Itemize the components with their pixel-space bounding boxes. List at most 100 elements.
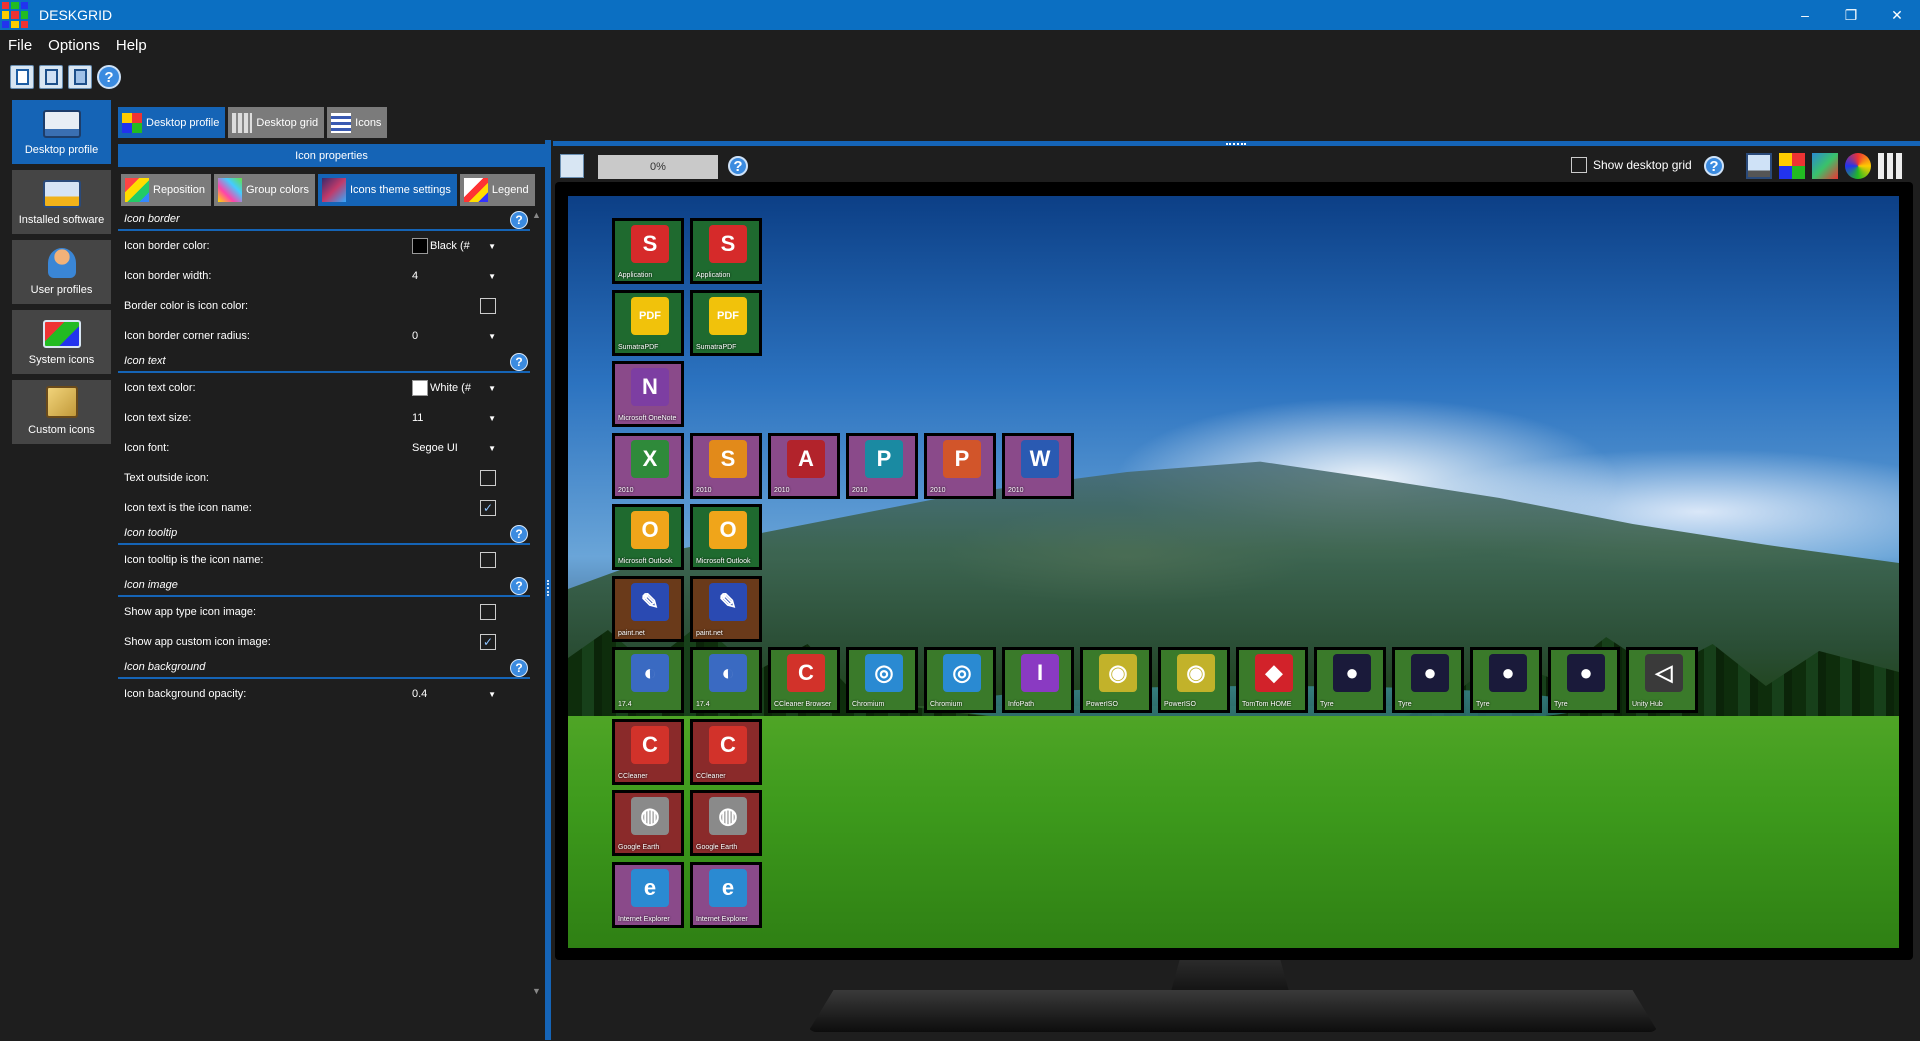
desktop-app-icon[interactable]: P 2010 xyxy=(924,432,996,499)
font-dropdown[interactable]: Segoe UI ▼ xyxy=(412,442,496,454)
chevron-down-icon: ▼ xyxy=(488,383,496,393)
text-color-dropdown[interactable]: White (# ▼ xyxy=(412,380,496,396)
corner-radius-dropdown[interactable]: 0 ▼ xyxy=(412,330,496,342)
grid-icon[interactable] xyxy=(1878,153,1904,179)
desktop-app-icon[interactable]: X 2010 xyxy=(612,432,684,499)
desktop-app-icon[interactable]: P 2010 xyxy=(846,432,918,499)
save-button[interactable] xyxy=(39,65,63,89)
app-logo-icon xyxy=(0,0,30,30)
preview-help-button[interactable]: ? xyxy=(728,156,748,176)
border-is-icon-color-checkbox[interactable] xyxy=(480,298,496,314)
app-type-image-checkbox[interactable] xyxy=(480,604,496,620)
nav-system-icons[interactable]: System icons xyxy=(12,310,111,374)
scroll-up-arrow-icon[interactable]: ▲ xyxy=(532,210,541,220)
tab-icons-theme-settings[interactable]: Icons theme settings xyxy=(317,174,457,206)
tooltip-is-name-checkbox[interactable] xyxy=(480,552,496,568)
desktop-app-icon[interactable]: PDF SumatraPDF xyxy=(612,289,684,356)
text-is-name-checkbox[interactable]: ✓ xyxy=(480,500,496,516)
show-desktop-grid-toggle[interactable]: Show desktop grid xyxy=(1571,157,1692,173)
border-width-dropdown[interactable]: 4 ▼ xyxy=(412,270,496,282)
desktop-app-icon[interactable]: C CCleaner xyxy=(690,718,762,785)
desktop-app-icon[interactable]: S Application xyxy=(690,218,762,284)
color-grid-icon[interactable] xyxy=(1779,153,1805,179)
desktop-app-icon[interactable]: C CCleaner xyxy=(612,718,684,785)
desktop-app-icon[interactable]: e Internet Explorer xyxy=(690,861,762,928)
desktop-app-icon[interactable]: N Microsoft OneNote xyxy=(612,361,684,427)
desktop-app-icon[interactable]: ◍ Google Earth xyxy=(612,790,684,856)
desktop-icon-label: Internet Explorer xyxy=(618,915,670,923)
desktop-app-icon[interactable]: ◐ 17.4 xyxy=(690,647,762,713)
help-icon[interactable]: ? xyxy=(510,353,528,371)
desktop-app-icon[interactable]: ◁ Unity Hub xyxy=(1626,647,1698,713)
text-size-dropdown[interactable]: 11 ▼ xyxy=(412,412,496,424)
nav-desktop-profile[interactable]: Desktop profile xyxy=(12,100,111,164)
help-icon[interactable]: ? xyxy=(510,577,528,595)
shuffle-icon[interactable] xyxy=(1812,153,1838,179)
text-outside-checkbox[interactable] xyxy=(480,470,496,486)
desktop-app-icon[interactable]: e Internet Explorer xyxy=(612,861,684,928)
save-as-button[interactable] xyxy=(68,65,92,89)
tab-desktop-grid[interactable]: Desktop grid xyxy=(228,107,325,138)
bg-opacity-dropdown[interactable]: 0.4 ▼ xyxy=(412,688,496,700)
desktop-app-icon[interactable]: S Application xyxy=(612,218,684,284)
desktop-app-icon[interactable]: C CCleaner Browser xyxy=(768,647,840,713)
show-desktop-grid-checkbox[interactable] xyxy=(1571,157,1587,173)
border-color-dropdown[interactable]: Black (# ▼ xyxy=(412,238,496,254)
minimize-button[interactable]: – xyxy=(1782,0,1828,30)
prop-text-color: Icon text color: White (# ▼ xyxy=(118,373,530,403)
close-button[interactable]: ✕ xyxy=(1874,0,1920,30)
help-button[interactable]: ? xyxy=(97,65,121,89)
desktop-app-icon[interactable]: ◆ TomTom HOME xyxy=(1236,647,1308,713)
help-icon[interactable]: ? xyxy=(510,659,528,677)
screenshot-button[interactable] xyxy=(560,154,584,178)
desktop-app-icon[interactable]: ◍ Google Earth xyxy=(690,790,762,856)
desktop-icon-label: 2010 xyxy=(1008,486,1024,494)
desktop-icon-label: SumatraPDF xyxy=(696,343,737,351)
scroll-down-arrow-icon[interactable]: ▼ xyxy=(532,986,541,996)
custom-image-checkbox[interactable]: ✓ xyxy=(480,634,496,650)
desktop-app-icon[interactable]: PDF SumatraPDF xyxy=(690,289,762,356)
tab-group-colors[interactable]: Group colors xyxy=(213,174,315,206)
desktop-app-icon[interactable]: O Microsoft Outlook xyxy=(612,504,684,570)
monitor-view-icon[interactable] xyxy=(1746,153,1772,179)
desktop-app-icon[interactable]: ✎ paint.net xyxy=(690,575,762,642)
desktop-app-icon[interactable]: O Microsoft Outlook xyxy=(690,504,762,570)
splitter-grip-icon[interactable] xyxy=(547,580,549,596)
desktop-app-icon[interactable]: ● Tyre xyxy=(1470,647,1542,713)
desktop-app-icon[interactable]: A 2010 xyxy=(768,432,840,499)
tab-legend[interactable]: Legend xyxy=(459,174,535,206)
tab-icons[interactable]: Icons xyxy=(327,107,388,138)
nav-user-profiles[interactable]: User profiles xyxy=(12,240,111,304)
menu-help[interactable]: Help xyxy=(108,37,155,54)
nav-installed-software[interactable]: Installed software xyxy=(12,170,111,234)
tab-label: Desktop grid xyxy=(256,116,319,129)
desktop-app-icon[interactable]: ◎ Chromium xyxy=(924,647,996,713)
desktop-app-icon[interactable]: ✎ paint.net xyxy=(612,575,684,642)
desktop-app-icon[interactable]: ◉ PowerISO xyxy=(1158,647,1230,713)
menu-options[interactable]: Options xyxy=(40,37,108,54)
desktop-app-icon[interactable]: S 2010 xyxy=(690,432,762,499)
prop-border-is-icon-color: Border color is icon color: xyxy=(118,291,530,321)
help-icon[interactable]: ? xyxy=(510,525,528,543)
restore-button[interactable]: ❐ xyxy=(1828,0,1874,30)
desktop-app-icon[interactable]: ◐ 17.4 xyxy=(612,647,684,713)
tab-desktop-profile[interactable]: Desktop profile xyxy=(118,107,226,138)
desktop-app-icon[interactable]: ● Tyre xyxy=(1548,647,1620,713)
desktop-app-icon[interactable]: ◉ PowerISO xyxy=(1080,647,1152,713)
color-wheel-icon[interactable] xyxy=(1845,153,1871,179)
app-glyph-icon: ◎ xyxy=(943,654,981,692)
desktop-app-icon[interactable]: ◎ Chromium xyxy=(846,647,918,713)
help-icon[interactable]: ? xyxy=(510,211,528,229)
desktop-app-icon[interactable]: ● Tyre xyxy=(1392,647,1464,713)
tab-reposition[interactable]: Reposition xyxy=(121,174,211,206)
user-icon xyxy=(47,248,76,278)
grid-help-button[interactable]: ? xyxy=(1704,156,1724,176)
desktop-app-icon[interactable]: I InfoPath xyxy=(1002,647,1074,713)
desktop-app-icon[interactable]: W 2010 xyxy=(1002,432,1074,499)
desktop-app-icon[interactable]: ● Tyre xyxy=(1314,647,1386,713)
menu-file[interactable]: File xyxy=(0,37,40,54)
theme-brush-icon xyxy=(321,178,346,202)
new-file-button[interactable] xyxy=(10,65,34,89)
preview-grip-icon[interactable] xyxy=(1226,143,1246,145)
nav-custom-icons[interactable]: Custom icons xyxy=(12,380,111,444)
